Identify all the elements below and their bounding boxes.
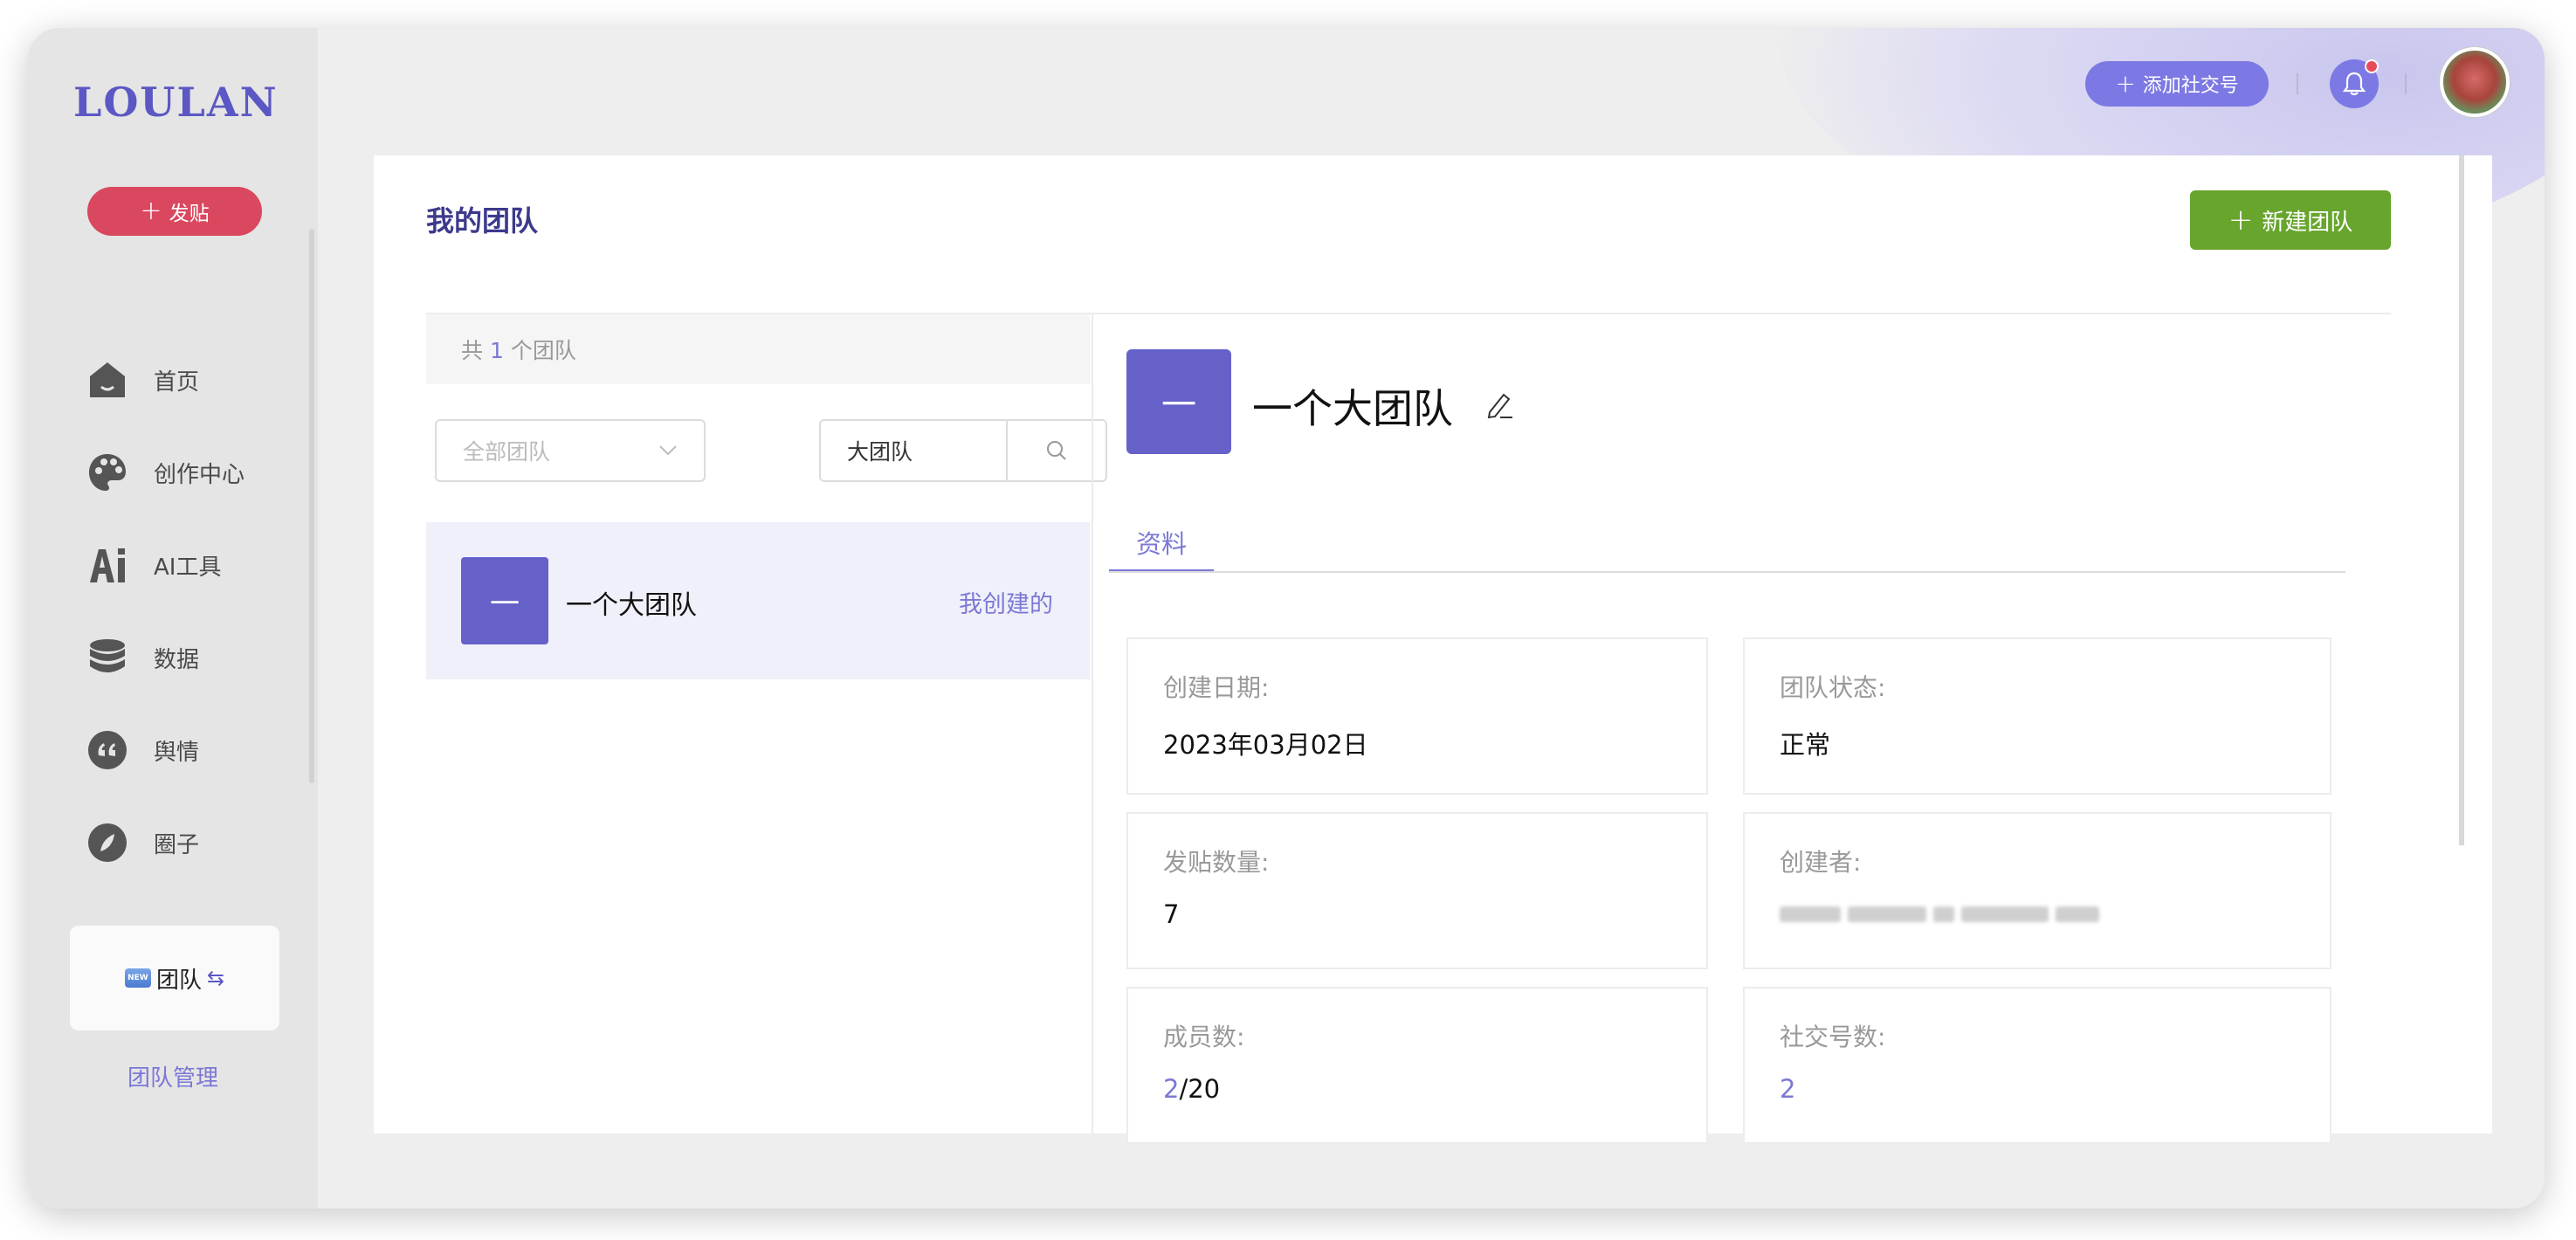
team-status-label: 团队状态: [1780, 673, 1886, 702]
member-count-value: 2/20 [1163, 1074, 1671, 1104]
header-separator [2297, 73, 2298, 94]
sidebar-item-creation[interactable]: 创作中心 [86, 426, 245, 519]
edit-icon[interactable] [1483, 389, 1514, 424]
sidebar-item-circles[interactable]: 圈子 [86, 796, 245, 889]
new-badge-icon: NEW [124, 968, 151, 988]
palette-icon [86, 451, 129, 494]
team-list-item[interactable]: 一 一个大团队 我创建的 [426, 522, 1090, 679]
header-separator [2405, 73, 2407, 94]
member-count-card: 成员数: 2/20 [1126, 987, 1708, 1144]
home-icon [86, 358, 129, 402]
app-window: LOULAN + 发贴 首页 创作中心 AI工具 数据 舆情 圈子 NEW 团队… [28, 28, 2545, 1209]
search-icon [1047, 441, 1066, 460]
created-date-label: 创建日期: [1163, 673, 1270, 702]
notification-dot [2365, 59, 2379, 73]
user-avatar[interactable] [2440, 47, 2510, 117]
sidebar-nav: 首页 创作中心 AI工具 数据 舆情 圈子 [86, 334, 245, 889]
sidebar-scrollbar[interactable] [309, 229, 314, 783]
new-team-label: 新建团队 [2262, 209, 2353, 236]
add-social-account-button[interactable]: + 添加社交号 [2085, 61, 2269, 107]
creator-value-redacted [1780, 906, 2295, 922]
social-count-label: 社交号数: [1780, 1023, 1886, 1051]
team-detail-pane: 一 一个大团队 资料 创建日期: 2023年03月02日 团队状态: 正常 发贴… [1092, 314, 2401, 1144]
team-count-suffix: 个团队 [510, 338, 576, 363]
new-post-label: 发贴 [169, 203, 210, 225]
team-search [819, 419, 1107, 482]
sidebar-item-label: 舆情 [154, 739, 200, 766]
team-count: 共 1 个团队 [426, 314, 1090, 384]
team-switcher[interactable]: NEW 团队 ⇆ [70, 926, 279, 1030]
created-date-card: 创建日期: 2023年03月02日 [1126, 637, 1708, 795]
team-owner-tag: 我创建的 [959, 591, 1053, 618]
plus-icon: + [2115, 69, 2136, 98]
team-count-prefix: 共 [461, 338, 484, 363]
compass-icon [86, 821, 129, 865]
member-count-current[interactable]: 2 [1163, 1074, 1179, 1104]
plus-icon: + [2228, 203, 2254, 238]
social-count-number[interactable]: 2 [1780, 1074, 1795, 1104]
tab-profile[interactable]: 资料 [1109, 515, 1214, 573]
sidebar-item-sentiment[interactable]: 舆情 [86, 704, 245, 796]
social-count-card: 社交号数: 2 [1743, 987, 2331, 1144]
main-panel: 我的团队 + 新建团队 共 1 个团队 全部团队 一 [374, 155, 2492, 1144]
team-manage-link[interactable]: 团队管理 [28, 1060, 318, 1092]
page-title: 我的团队 [426, 204, 539, 238]
tab-divider [1109, 571, 2345, 573]
social-count-value: 2 [1780, 1074, 2295, 1104]
team-detail-avatar: 一 [1126, 349, 1231, 454]
team-filter-select[interactable]: 全部团队 [435, 419, 706, 482]
team-status-value: 正常 [1780, 730, 1831, 760]
member-count-label: 成员数: [1163, 1023, 1245, 1051]
post-count-label: 发贴数量: [1163, 848, 1270, 877]
sidebar-item-label: 圈子 [154, 831, 200, 858]
sidebar-item-label: AI工具 [154, 554, 222, 581]
chevron-down-icon [659, 445, 677, 456]
swap-icon: ⇆ [206, 966, 225, 990]
sidebar: LOULAN + 发贴 首页 创作中心 AI工具 数据 舆情 圈子 NEW 团队… [28, 28, 318, 1209]
new-post-button[interactable]: + 发贴 [87, 187, 262, 236]
add-social-label: 添加社交号 [2142, 75, 2239, 97]
member-count-max: /20 [1179, 1074, 1221, 1104]
team-avatar: 一 [461, 557, 548, 644]
ai-icon [86, 543, 129, 587]
brand-logo[interactable]: LOULAN [73, 79, 279, 126]
sidebar-item-home[interactable]: 首页 [86, 334, 245, 426]
team-list-pane: 共 1 个团队 全部团队 一 一个大团队 我创建的 [426, 314, 1107, 1133]
sidebar-item-ai-tools[interactable]: AI工具 [86, 519, 245, 611]
plus-icon: + [140, 196, 162, 226]
team-search-input[interactable] [821, 421, 1008, 480]
database-icon [86, 636, 129, 679]
new-team-button[interactable]: + 新建团队 [2190, 190, 2391, 250]
team-count-number: 1 [489, 338, 504, 363]
creator-label: 创建者: [1780, 848, 1862, 877]
team-status-card: 团队状态: 正常 [1743, 637, 2331, 795]
team-filter-placeholder: 全部团队 [463, 439, 551, 465]
team-detail-name: 一个大团队 [1252, 385, 1453, 432]
created-date-value: 2023年03月02日 [1163, 730, 1368, 760]
creator-card: 创建者: [1743, 812, 2331, 969]
bell-icon [2342, 72, 2366, 96]
sidebar-item-label: 创作中心 [154, 461, 245, 488]
sidebar-item-label: 数据 [154, 646, 200, 673]
sidebar-item-label: 首页 [154, 369, 200, 396]
post-count-value: 7 [1163, 899, 1180, 929]
team-switcher-label: 团队 [155, 967, 202, 994]
team-name: 一个大团队 [566, 590, 697, 621]
quote-icon [86, 728, 129, 772]
main-scrollbar[interactable] [2459, 155, 2464, 845]
sidebar-item-data[interactable]: 数据 [86, 611, 245, 704]
post-count-card: 发贴数量: 7 [1126, 812, 1708, 969]
